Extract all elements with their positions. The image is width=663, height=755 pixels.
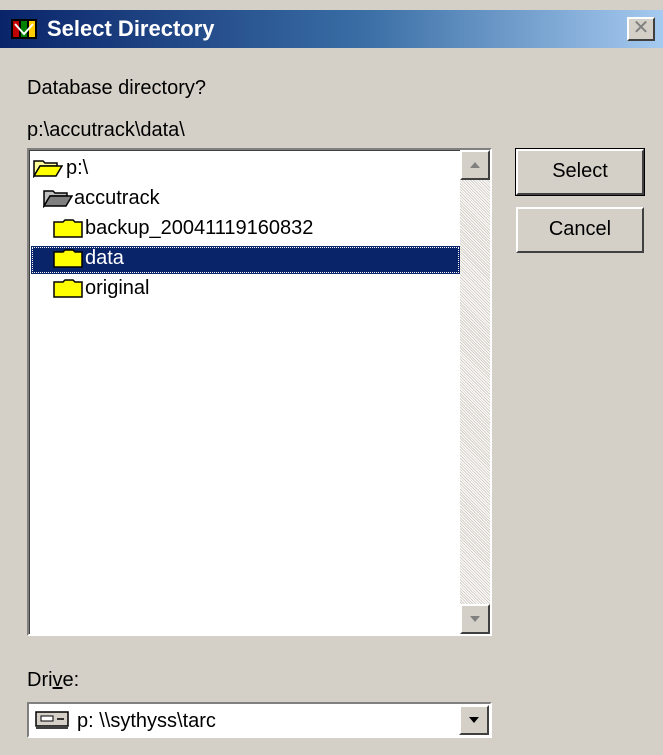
app-icon — [11, 19, 37, 39]
network-drive-icon — [35, 711, 69, 729]
tree-item-label: p:\ — [66, 157, 89, 179]
scroll-up-button[interactable] — [460, 150, 490, 180]
select-directory-dialog: Select Directory ✕ Database directory? p… — [0, 0, 663, 755]
tree-item-label: backup_20041119160832 — [85, 217, 314, 239]
folder-icon — [53, 279, 83, 298]
chevron-down-icon — [469, 717, 479, 723]
tree-item-data[interactable]: data — [53, 244, 453, 272]
open-folder-icon — [43, 190, 73, 208]
drive-label-post: e: — [62, 669, 80, 691]
tree-item-label: original — [85, 277, 150, 299]
directory-listbox[interactable]: p:\ accutrack backup_20041119160832 data — [27, 148, 492, 636]
tree-item-label: data — [85, 247, 124, 269]
prompt-label: Database directory? — [27, 77, 206, 99]
tree-item-drive-root[interactable]: p:\ — [33, 154, 453, 182]
close-icon: ✕ — [632, 17, 650, 39]
folder-icon — [53, 219, 83, 238]
scroll-down-button[interactable] — [460, 604, 490, 634]
tree-item-original[interactable]: original — [53, 274, 453, 302]
tree-item-backup[interactable]: backup_20041119160832 — [53, 214, 453, 242]
close-button[interactable]: ✕ — [627, 17, 655, 41]
drive-dropdown-button[interactable] — [459, 705, 489, 735]
drive-select-value: p: \\sythyss\tarc — [77, 710, 216, 732]
drive-select[interactable]: p: \\sythyss\tarc — [27, 702, 492, 738]
tree-item-accutrack[interactable]: accutrack — [43, 184, 453, 212]
drive-label-pre: Dri — [27, 669, 53, 691]
drive-label-accelerator: v — [52, 669, 63, 691]
current-path-label: p:\accutrack\data\ — [27, 119, 185, 141]
vertical-scrollbar[interactable] — [460, 150, 490, 634]
folder-icon — [53, 249, 83, 268]
arrow-up-icon — [470, 162, 480, 168]
tree-item-label: accutrack — [74, 187, 160, 209]
dialog-title: Select Directory — [47, 16, 215, 41]
open-folder-icon — [33, 160, 63, 178]
title-bar[interactable]: Select Directory ✕ — [0, 10, 663, 48]
cancel-button[interactable]: Cancel — [516, 207, 644, 253]
arrow-down-icon — [470, 616, 480, 622]
drive-label: Drive: — [27, 668, 79, 692]
select-button[interactable]: Select — [515, 148, 645, 196]
